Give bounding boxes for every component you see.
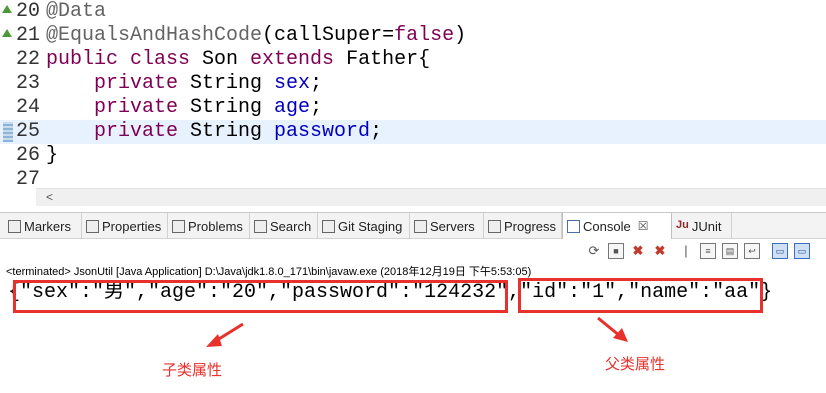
child-arrow-icon (206, 322, 244, 347)
annotation-arrows (206, 316, 628, 347)
parent-arrow-icon (597, 316, 628, 342)
parent-attributes-label: 父类属性 (605, 356, 666, 373)
child-attributes-label: 子类属性 (162, 362, 223, 379)
